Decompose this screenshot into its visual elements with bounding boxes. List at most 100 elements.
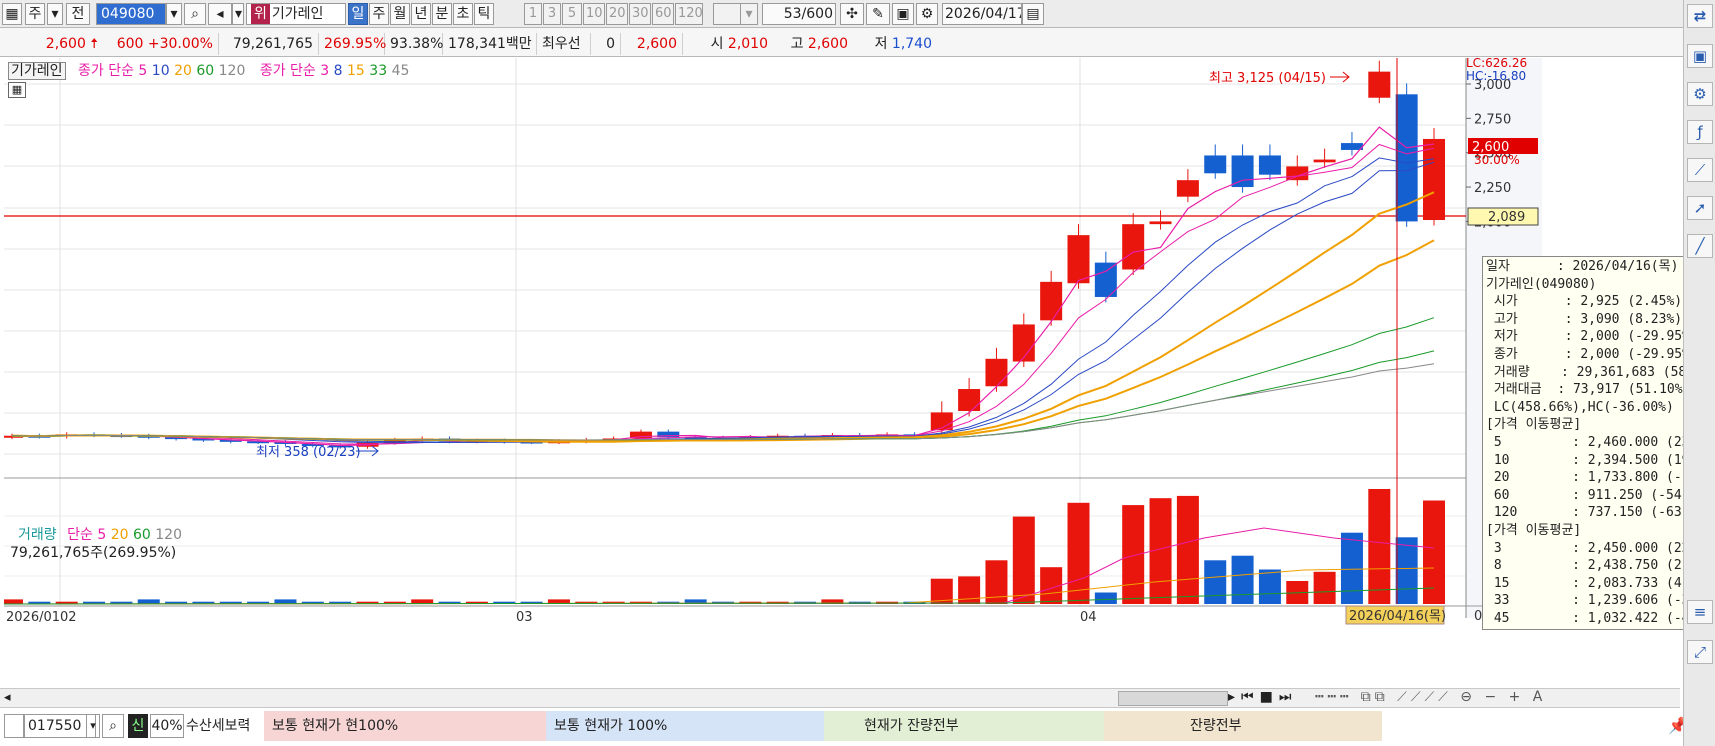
draw-tool-icon[interactable]: ✎ (866, 3, 890, 25)
date-input[interactable]: 2026/04/17 (942, 3, 1022, 25)
calendar-icon[interactable]: ▤ (1022, 3, 1044, 25)
legend-vol-ma-20: 20 (110, 527, 129, 543)
order-cell-4[interactable]: 잔량전부 (1104, 711, 1382, 741)
period-tab-2[interactable]: 월 (390, 3, 410, 25)
line-tag: 2,089 (1488, 210, 1525, 225)
interval-tab-60[interactable]: 60 (652, 3, 674, 25)
stock-code-input[interactable]: 049080 (96, 3, 166, 25)
period-tab-6[interactable]: 틱 (474, 3, 494, 25)
tooltip-row: LC(458.66%),HC(-36.00%) (1486, 399, 1674, 415)
fee-label: 수산세보력 (186, 718, 251, 734)
volume-bar (1176, 495, 1199, 604)
volume-bar (1313, 571, 1336, 604)
dropdown-arrow-icon[interactable]: ▾ (47, 3, 63, 25)
ratio-field[interactable]: 40% (150, 714, 184, 738)
period-tab-3[interactable]: 년 (411, 3, 431, 25)
volume-bar (1340, 532, 1363, 604)
expand-icon[interactable]: ⤢ (1687, 640, 1713, 664)
stock-name: 기가레인 (271, 6, 324, 22)
prev-button[interactable]: 전 (66, 3, 90, 25)
order-cell-2[interactable]: 보통 현재가 100% (546, 711, 824, 741)
tooltip-row: 시가 : 2,925 (2.45%) (1486, 294, 1683, 310)
data-tooltip: 일자 : 2026/04/16(목) 기가레인(049080) 시가 : 2,92… (1482, 256, 1715, 630)
scroll-thumb[interactable] (1118, 691, 1228, 706)
speaker-icon[interactable]: ◂ (208, 3, 232, 25)
period-tab-5[interactable]: 초 (453, 3, 473, 25)
candle-body (1122, 224, 1145, 270)
open-value: 2,010 (727, 36, 768, 52)
candle-body (1067, 235, 1090, 284)
interval-tab-1[interactable]: 1 (524, 3, 542, 25)
gear-icon[interactable]: ⚙ (916, 3, 938, 25)
order-checkbox[interactable] (4, 714, 24, 738)
candle-body (1176, 180, 1199, 197)
cursor-icon[interactable]: ➚ (1687, 196, 1713, 220)
stock-chart[interactable]: 3,0002,7502,5002,2502,0002026/0102030420… (4, 58, 1680, 688)
scroll-left-icon[interactable]: ◂ (4, 690, 11, 705)
settings-icon[interactable]: ⚙ (1687, 82, 1713, 106)
legend-ma-60: 60 (196, 63, 215, 79)
right-toolbar: ⇄ ▣ ⚙ ƒ ⟋ ➚ ╱ ≡ ⤢ (1683, 0, 1715, 746)
line-tool-icon[interactable]: ╱ (1687, 234, 1713, 258)
tooltip-row: 8 : 2,438.750 (21.94%) (1486, 558, 1715, 574)
interval-tab-20[interactable]: 20 (606, 3, 628, 25)
grid-tool-icon[interactable]: ≡ (1687, 600, 1713, 624)
tooltip-row: 120 : 737.150 (-63.14%) (1486, 505, 1715, 521)
legend-ma2-8: 8 (333, 63, 343, 79)
interval-dropdown-icon[interactable]: ▾ (740, 3, 758, 25)
search-icon[interactable]: ⌕ (184, 3, 206, 25)
volume-bar (1012, 516, 1035, 604)
x-label: 02 (60, 610, 77, 625)
interval-tab-3[interactable]: 3 (543, 3, 561, 25)
save-icon[interactable]: ▣ (892, 3, 914, 25)
legend-ma2-3: 3 (320, 63, 330, 79)
order-code-dropdown-icon[interactable]: ▾ (86, 714, 100, 738)
legend-ma2-15: 15 (347, 63, 365, 79)
tooltip-row: 종가 : 2,000 (-29.95%) (1486, 346, 1698, 362)
price-tag-pct: 30.00% (1474, 153, 1520, 167)
interval-tab-10[interactable]: 10 (583, 3, 605, 25)
max-annotation: 최고 3,125 (04/15) (1209, 71, 1326, 86)
layout-icon[interactable]: ▦ (2, 3, 22, 25)
credit-badge[interactable]: 신 (128, 714, 148, 738)
formula-icon[interactable]: ƒ (1687, 120, 1713, 144)
volume-bar (1067, 502, 1090, 604)
volume-bar (1368, 489, 1391, 604)
order-search-icon[interactable]: ⌕ (102, 714, 124, 738)
code-dropdown-icon[interactable]: ▾ (166, 3, 182, 25)
playback-controls[interactable]: ▸⏮■⏭ (1228, 689, 1297, 705)
interval-tab-5[interactable]: 5 (562, 3, 582, 25)
interval-tab-30[interactable]: 30 (629, 3, 651, 25)
order-bar: 017550 ▾ ⌕ 신 40% 수산세보력 보통 현재가 현100% 보통 현… (0, 708, 1715, 746)
period-tab-1[interactable]: 주 (369, 3, 389, 25)
stock-name-field[interactable]: 위 기가레인 (246, 3, 346, 25)
period-tab-0[interactable]: 일 (348, 3, 368, 25)
best-label: 최우선 (537, 33, 591, 55)
order-cell-1[interactable]: 보통 현재가 현100% (264, 711, 546, 741)
count-total: /600 (801, 6, 833, 22)
chart-scrollbar[interactable]: ◂ ▸⏮■⏭ ┅┅┅ ⧉⧉ ⟋⟋⟋⟋ ⊖ − + A (0, 688, 1680, 708)
high-label: 고 (790, 36, 804, 52)
count-value: 53 (783, 6, 802, 22)
count-field[interactable]: 53/600 (762, 3, 836, 25)
crosshair-icon[interactable]: ✣ (840, 3, 864, 25)
window-icon[interactable]: ▣ (1687, 44, 1713, 68)
price-legend: 기가레인 종가 단순 5 10 20 60 120 종가 단순 3 8 15 3… (8, 60, 409, 80)
period-tab-4[interactable]: 분 (432, 3, 452, 25)
tooltip-row: 기가레인(049080) (1486, 276, 1597, 292)
high-price: 고 2,600 (773, 33, 853, 55)
link-icon[interactable]: ⇄ (1687, 4, 1713, 28)
trade-amount: 178,341백만 (443, 33, 537, 55)
speaker-dropdown-icon[interactable]: ▾ (232, 3, 244, 25)
volume-ratio: 269.95% (319, 33, 386, 55)
up-arrow-icon: 🠅 (90, 36, 98, 52)
low-price: 저 1,740 (853, 33, 937, 55)
zoom-controls[interactable]: ┅┅┅ ⧉⧉ ⟋⟋⟋⟋ ⊖ − + A (1315, 689, 1546, 705)
legend-volume-label: 거래량 (18, 527, 57, 543)
period-type-select[interactable]: 주 (25, 3, 45, 25)
indicator-icon[interactable]: ⟋ (1687, 158, 1713, 182)
interval-tab-120[interactable]: 120 (675, 3, 703, 25)
volume-bar (137, 599, 160, 604)
order-cell-3[interactable]: 현재가 잔량전부 (824, 711, 1104, 741)
table-icon[interactable]: ▦ (8, 82, 26, 98)
